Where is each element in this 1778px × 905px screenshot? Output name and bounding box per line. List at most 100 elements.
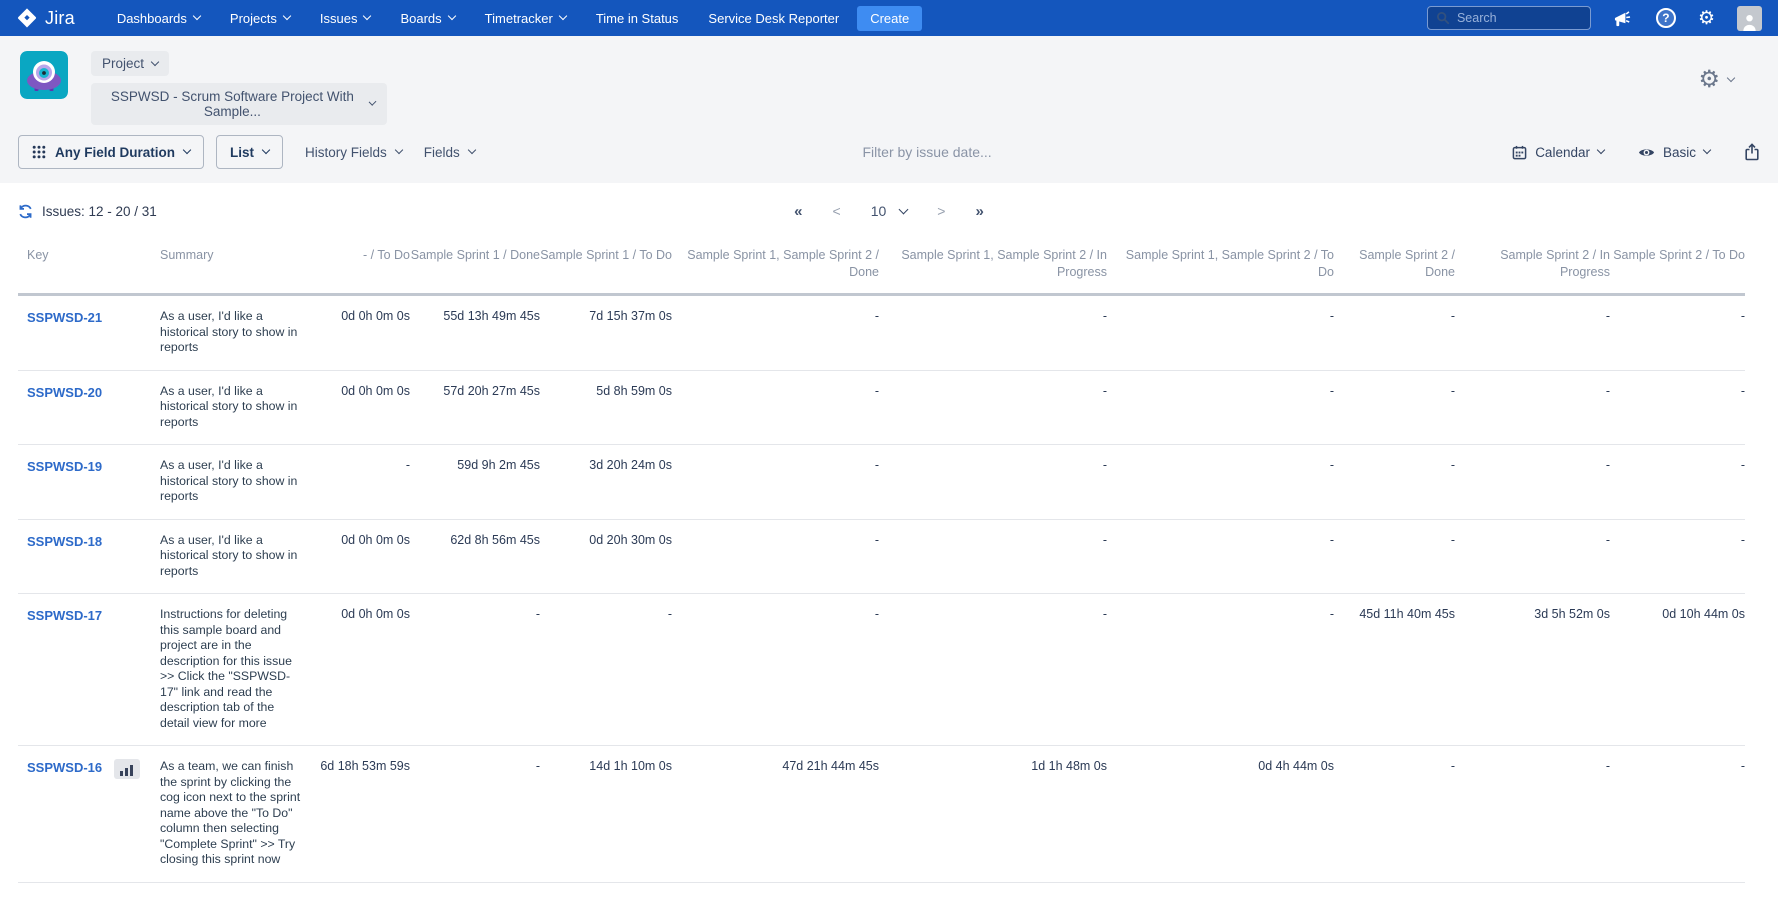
chevron-down-icon [183, 146, 191, 154]
column-header-key[interactable]: Key [18, 233, 160, 295]
duration-cell: - [1610, 445, 1745, 520]
issues-table-body: SSPWSD-21 As a user, I'd like a historic… [18, 295, 1745, 883]
issue-summary: Instructions for deleting this sample bo… [160, 607, 292, 730]
duration-cell: - [1107, 370, 1334, 445]
duration-cell: - [1107, 594, 1334, 746]
issue-key-link[interactable]: SSPWSD-19 [27, 459, 102, 474]
global-search[interactable] [1427, 6, 1591, 30]
issue-key-link[interactable]: SSPWSD-17 [27, 608, 102, 623]
duration-cell: - [410, 746, 540, 883]
first-page-button[interactable]: « [794, 203, 802, 220]
create-button[interactable]: Create [857, 6, 922, 31]
nav-item-dashboards[interactable]: Dashboards [117, 11, 200, 26]
column-header-sprint1-2-todo[interactable]: Sample Sprint 1, Sample Sprint 2 / To Do [1107, 233, 1334, 295]
duration-cell: 0d 0h 0m 0s [320, 519, 410, 594]
page-size-dropdown[interactable]: 10 [871, 203, 908, 219]
duration-cell: 0d 0h 0m 0s [320, 370, 410, 445]
nav-item-boards[interactable]: Boards [400, 11, 454, 26]
nav-item-timetracker[interactable]: Timetracker [485, 11, 566, 26]
issue-summary: As a user, I'd like a historical story t… [160, 309, 297, 354]
duration-cell: - [1610, 370, 1745, 445]
duration-cell: 0d 0h 0m 0s [320, 594, 410, 746]
duration-cell: - [1334, 445, 1455, 520]
column-header-sprint1-2-inprogress[interactable]: Sample Sprint 1, Sample Sprint 2 / In Pr… [879, 233, 1107, 295]
issue-key-link[interactable]: SSPWSD-16 [27, 760, 102, 775]
duration-cell: - [1334, 519, 1455, 594]
duration-cell: 0d 10h 44m 0s [1610, 594, 1745, 746]
issue-summary: As a user, I'd like a historical story t… [160, 384, 297, 429]
issues-count: Issues: 12 - 20 / 31 [18, 204, 157, 219]
jira-logo-icon [16, 7, 38, 29]
duration-cell: - [1334, 746, 1455, 883]
last-page-button[interactable]: » [975, 203, 983, 220]
issue-key-link[interactable]: SSPWSD-18 [27, 534, 102, 549]
fields-dropdown[interactable]: Fields [424, 145, 475, 160]
column-header-none-todo[interactable]: - / To Do [320, 233, 410, 295]
column-header-sprint1-done[interactable]: Sample Sprint 1 / Done [410, 233, 540, 295]
duration-cell: 0d 4h 44m 0s [1107, 746, 1334, 883]
history-fields-dropdown[interactable]: History Fields [305, 145, 402, 160]
column-header-sprint2-done[interactable]: Sample Sprint 2 / Done [1334, 233, 1455, 295]
chevron-down-icon [363, 12, 371, 20]
duration-cell: - [1107, 519, 1334, 594]
duration-cell: - [1455, 295, 1610, 371]
help-icon[interactable]: ? [1656, 8, 1676, 28]
project-avatar [20, 51, 68, 99]
table-row: SSPWSD-19 As a user, I'd like a historic… [18, 445, 1745, 520]
toolbar-left: Any Field Duration List History Fields F… [18, 135, 475, 169]
report-settings-dropdown[interactable]: ⚙ [1698, 68, 1734, 92]
issue-key-link[interactable]: SSPWSD-21 [27, 310, 102, 325]
search-input[interactable] [1457, 11, 1577, 25]
column-header-sprint1-2-done[interactable]: Sample Sprint 1, Sample Sprint 2 / Done [672, 233, 879, 295]
column-header-sprint2-todo[interactable]: Sample Sprint 2 / To Do [1610, 233, 1745, 295]
calendar-icon [1512, 145, 1527, 160]
duration-cell: 62d 8h 56m 45s [410, 519, 540, 594]
duration-cell: 0d 20h 30m 0s [540, 519, 672, 594]
chevron-down-icon [395, 146, 403, 154]
project-type-dropdown[interactable]: Project [91, 51, 169, 76]
nav-item-time-in-status[interactable]: Time in Status [596, 11, 679, 26]
project-select-dropdown[interactable]: SSPWSD - Scrum Software Project With Sam… [91, 83, 387, 125]
chevron-down-icon [262, 146, 270, 154]
search-icon [1436, 11, 1450, 25]
top-navigation: Jira Dashboards Projects Issues Boards T… [0, 0, 1778, 36]
table-row: SSPWSD-20 As a user, I'd like a historic… [18, 370, 1745, 445]
nav-item-service-desk-reporter[interactable]: Service Desk Reporter [708, 11, 839, 26]
duration-cell: - [1455, 445, 1610, 520]
nav-item-projects[interactable]: Projects [230, 11, 290, 26]
nav-right-controls: ? ⚙ [1427, 6, 1762, 31]
column-header-sprint2-inprogress[interactable]: Sample Sprint 2 / In Progress [1455, 233, 1610, 295]
column-header-sprint1-todo[interactable]: Sample Sprint 1 / To Do [540, 233, 672, 295]
announcements-icon[interactable] [1613, 9, 1634, 28]
previous-page-button[interactable]: < [833, 203, 841, 219]
duration-cell: 59d 9h 2m 45s [410, 445, 540, 520]
duration-cell: - [1610, 746, 1745, 883]
table-row: SSPWSD-17 Instructions for deleting this… [18, 594, 1745, 746]
refresh-icon[interactable] [18, 204, 33, 219]
duration-cell: - [1334, 295, 1455, 371]
export-button[interactable] [1744, 143, 1760, 161]
view-mode-dropdown[interactable]: Basic [1638, 145, 1710, 160]
toolbar-center [475, 144, 1512, 160]
next-page-button[interactable]: > [937, 203, 945, 219]
issue-date-filter-input[interactable] [863, 144, 1125, 160]
issue-key-link[interactable]: SSPWSD-20 [27, 385, 102, 400]
view-type-dropdown[interactable]: List [216, 135, 283, 169]
duration-cell: - [410, 594, 540, 746]
duration-cell: - [672, 370, 879, 445]
pagination: « < 10 > » [794, 203, 984, 220]
jira-brand[interactable]: Jira [16, 7, 75, 29]
nav-item-issues[interactable]: Issues [320, 11, 371, 26]
duration-cell: 47d 21h 44m 45s [672, 746, 879, 883]
table-row: SSPWSD-16 As a team, we can finish the s… [18, 746, 1745, 883]
column-header-summary[interactable]: Summary [160, 233, 320, 295]
issue-summary: As a team, we can finish the sprint by c… [160, 759, 300, 866]
user-avatar[interactable] [1737, 6, 1762, 31]
chevron-down-icon [193, 12, 201, 20]
calendar-dropdown[interactable]: Calendar [1512, 145, 1604, 160]
chart-icon[interactable] [114, 759, 140, 779]
issue-summary: As a user, I'd like a historical story t… [160, 458, 297, 503]
chevron-down-icon [1703, 146, 1711, 154]
settings-icon[interactable]: ⚙ [1698, 9, 1715, 28]
field-duration-dropdown[interactable]: Any Field Duration [18, 135, 204, 169]
